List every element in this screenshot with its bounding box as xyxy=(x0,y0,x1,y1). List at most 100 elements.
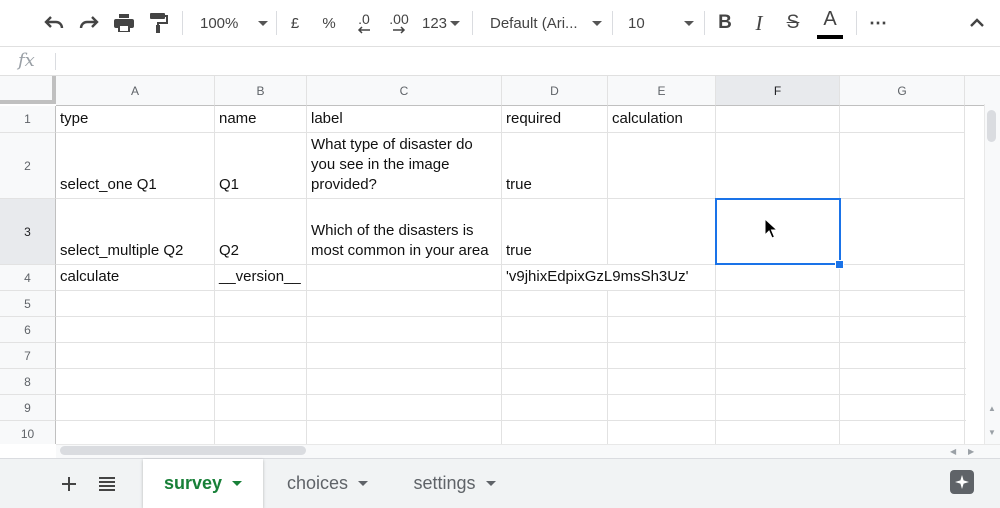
cell-f2[interactable] xyxy=(716,133,840,199)
decrease-decimal-label: .0 xyxy=(358,11,370,27)
cell-d3[interactable]: true xyxy=(502,199,608,265)
tab-survey[interactable]: survey xyxy=(143,459,263,508)
cell-d4[interactable]: 'v9jhixEdpixGzL9msSh3Uz' xyxy=(502,265,688,291)
scroll-left-icon[interactable]: ◀ xyxy=(950,447,956,456)
cell-a2-text: select_one Q1 xyxy=(60,176,157,193)
cell-c1[interactable]: label xyxy=(307,106,502,133)
row-header-5[interactable]: 5 xyxy=(0,291,56,317)
font-size-select[interactable]: 10 xyxy=(620,8,694,38)
formula-bar: fx xyxy=(0,47,1000,76)
strikethrough-button[interactable]: S xyxy=(780,8,806,38)
row-header-9[interactable]: 9 xyxy=(0,395,56,421)
column-header-d[interactable]: D xyxy=(502,76,608,106)
currency-format-button[interactable]: £ xyxy=(282,8,308,38)
cell-d2-text: true xyxy=(506,176,532,193)
zoom-select[interactable]: 100% xyxy=(192,8,268,38)
cell-a3-text: select_multiple Q2 xyxy=(60,242,184,259)
row-header-8[interactable]: 8 xyxy=(0,369,56,395)
paint-format-icon[interactable] xyxy=(145,8,173,38)
cell-c2[interactable]: What type of disaster do you see in the … xyxy=(307,133,502,199)
toolbar-divider xyxy=(472,11,473,35)
cell-a1[interactable]: type xyxy=(56,106,215,133)
row-header-2[interactable]: 2 xyxy=(0,133,56,199)
collapse-toolbar-icon[interactable] xyxy=(964,8,990,38)
column-header-c[interactable]: C xyxy=(307,76,502,106)
increase-decimal-button[interactable]: .00 xyxy=(384,8,414,38)
scroll-down-icon[interactable]: ▼ xyxy=(988,428,996,437)
toolbar: 100% £ % .0 .00 123 Default (Ari... 10 B… xyxy=(0,0,1000,47)
cell-g4[interactable] xyxy=(840,265,965,291)
selected-cell-outline xyxy=(715,198,841,265)
row-header-3[interactable]: 3 xyxy=(0,199,56,265)
cell-g2[interactable] xyxy=(840,133,965,199)
column-header-f[interactable]: F xyxy=(716,76,840,106)
bold-button[interactable]: B xyxy=(712,8,738,38)
mouse-cursor-icon xyxy=(764,218,778,239)
spreadsheet-grid[interactable]: A B C D E F G 1 2 3 4 5 6 7 8 9 10 type … xyxy=(0,76,1000,444)
chevron-down-icon xyxy=(485,481,496,486)
fill-handle[interactable] xyxy=(835,260,844,269)
cell-e2[interactable] xyxy=(608,133,716,199)
cell-a4[interactable]: calculate xyxy=(56,265,215,291)
row-header-1[interactable]: 1 xyxy=(0,106,56,133)
formula-input[interactable] xyxy=(62,47,1000,75)
cell-f4[interactable] xyxy=(716,265,840,291)
chevron-down-icon xyxy=(592,20,602,26)
print-icon[interactable] xyxy=(110,8,138,38)
column-header-g[interactable]: G xyxy=(840,76,965,106)
cell-d2[interactable]: true xyxy=(502,133,608,199)
cell-a2[interactable]: select_one Q1 xyxy=(56,133,215,199)
tab-settings[interactable]: settings xyxy=(392,459,517,508)
column-header-e[interactable]: E xyxy=(608,76,716,106)
toolbar-divider xyxy=(612,11,613,35)
tab-choices[interactable]: choices xyxy=(265,459,390,508)
row-header-10[interactable]: 10 xyxy=(0,421,56,444)
font-family-select[interactable]: Default (Ari... xyxy=(482,8,602,38)
cell-b4[interactable]: __version__ xyxy=(215,265,307,291)
increase-decimal-label: .00 xyxy=(389,11,409,27)
add-sheet-icon[interactable] xyxy=(56,471,82,497)
number-format-select[interactable]: 123 xyxy=(420,8,462,38)
cell-b3[interactable]: Q2 xyxy=(215,199,307,265)
cell-b2[interactable]: Q1 xyxy=(215,133,307,199)
tab-survey-label: survey xyxy=(163,473,223,493)
row-header-7[interactable]: 7 xyxy=(0,343,56,369)
scroll-up-icon[interactable]: ▲ xyxy=(988,404,996,413)
horizontal-scroll-thumb[interactable] xyxy=(60,446,306,455)
toolbar-divider xyxy=(276,11,277,35)
cell-e3[interactable] xyxy=(608,199,716,265)
column-header-b[interactable]: B xyxy=(215,76,307,106)
italic-button[interactable]: I xyxy=(746,8,772,38)
row-header-6[interactable]: 6 xyxy=(0,317,56,343)
empty-cells-area[interactable] xyxy=(56,291,966,444)
cell-c4[interactable] xyxy=(307,265,502,291)
vertical-scrollbar[interactable] xyxy=(984,104,1000,444)
cell-b1[interactable]: name xyxy=(215,106,307,133)
chevron-down-icon xyxy=(450,20,461,26)
row-header-4[interactable]: 4 xyxy=(0,265,56,291)
arrow-left-icon xyxy=(357,26,370,34)
scroll-right-icon[interactable]: ▶ xyxy=(968,447,974,456)
cell-d1[interactable]: required xyxy=(502,106,608,133)
toolbar-divider xyxy=(182,11,183,35)
more-options-button[interactable]: ⋯ xyxy=(864,8,892,38)
cell-c3[interactable]: Which of the disasters is most common in… xyxy=(307,199,502,265)
explore-button[interactable] xyxy=(950,470,974,494)
percent-format-button[interactable]: % xyxy=(316,8,342,38)
cell-g1[interactable] xyxy=(840,106,965,133)
select-all-corner[interactable] xyxy=(0,76,56,104)
cell-g3[interactable] xyxy=(840,199,965,265)
cell-a3[interactable]: select_multiple Q2 xyxy=(56,199,215,265)
redo-icon[interactable] xyxy=(75,8,103,38)
cell-e1[interactable]: calculation xyxy=(608,106,716,133)
cell-b4-text: __version__ xyxy=(219,268,301,285)
column-header-a[interactable]: A xyxy=(56,76,215,106)
font-size-value: 10 xyxy=(628,14,645,32)
undo-icon[interactable] xyxy=(40,8,68,38)
chevron-down-icon xyxy=(358,481,369,486)
all-sheets-icon[interactable] xyxy=(94,471,120,497)
decrease-decimal-button[interactable]: .0 xyxy=(350,8,378,38)
vertical-scroll-thumb[interactable] xyxy=(987,110,996,142)
text-color-button[interactable]: A xyxy=(815,8,845,38)
cell-f1[interactable] xyxy=(716,106,840,133)
